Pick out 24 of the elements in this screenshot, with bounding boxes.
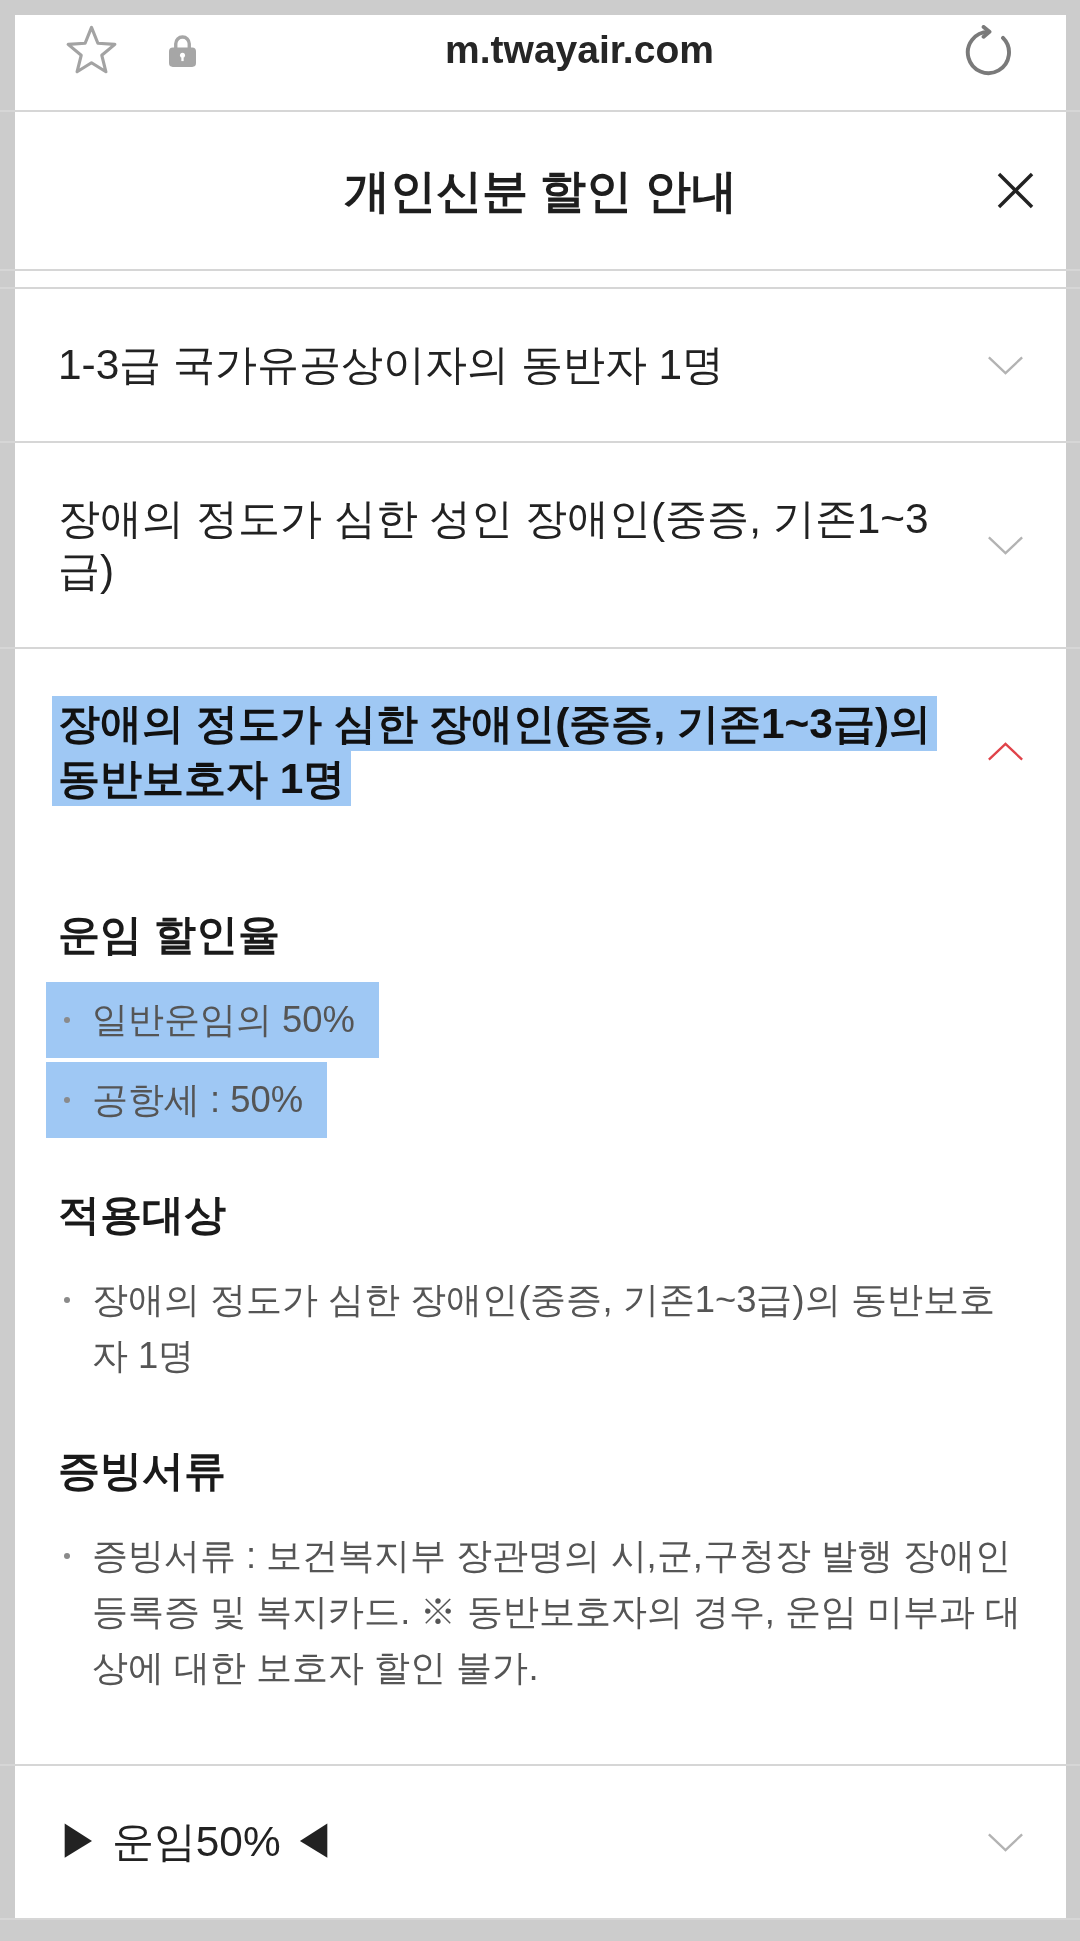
section-heading: 증빙서류 — [58, 1446, 227, 1496]
bullet-text: 장애의 정도가 심한 장애인(중증, 기존1~3급)의 동반보호자 1명 — [92, 1278, 996, 1378]
accordion-title[interactable]: ▶ 운임50% ◀ — [52, 1804, 967, 1880]
bullet-text: 공항세 : 50% — [92, 1078, 304, 1122]
chevron-down-icon[interactable] — [987, 535, 1024, 555]
modal-title: 개인신분 할인 안내 — [343, 163, 738, 219]
close-icon[interactable] — [997, 172, 1034, 209]
section-heading: 운임 할인율 — [58, 910, 281, 960]
bullet-text: 증빙서류 : 보건복지부 장관명의 시,군,구청장 발행 장애인 등록증 및 복지카드. ※ 동반보호자의 경우, 운임 미부과 대상에 대한 보호자 할인 불가. — [92, 1534, 1023, 1690]
accordion-title[interactable]: 장애의 정도가 심한 성인 장애인(중증, 기존1~3급) — [52, 481, 967, 609]
url-text[interactable]: m.twayair.com — [196, 26, 963, 74]
star-icon[interactable] — [64, 24, 119, 76]
section-heading: 적용대상 — [58, 1190, 227, 1240]
chevron-down-icon[interactable] — [987, 1832, 1024, 1852]
bullet-dot-icon — [64, 1017, 70, 1023]
lock-icon — [169, 33, 196, 67]
chevron-up-icon[interactable] — [987, 741, 1024, 761]
bullet-text: 일반운임의 50% — [92, 998, 355, 1042]
bullet-dot-icon — [64, 1297, 70, 1303]
chevron-down-icon[interactable] — [987, 355, 1024, 375]
reload-icon[interactable] — [963, 24, 1014, 76]
accordion-title[interactable]: 1-3급 국가유공상이자의 동반자 1명 — [52, 327, 967, 403]
bullet-dot-icon — [64, 1097, 70, 1103]
bullet-dot-icon — [64, 1553, 70, 1559]
